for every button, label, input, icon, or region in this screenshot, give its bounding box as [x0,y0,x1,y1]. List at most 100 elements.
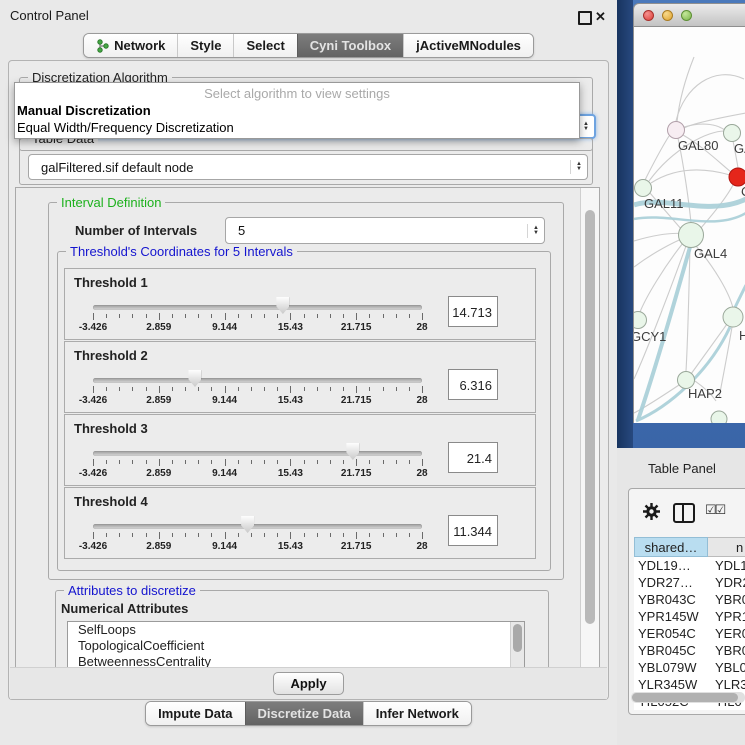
threshold-3-value-field[interactable]: 21.4 [448,442,498,473]
table-hscrollbar-thumb[interactable] [632,693,738,702]
attributes-list-items: SelfLoopsTopologicalCoefficientBetweenne… [68,622,524,669]
tick-mark [330,387,331,391]
tick-mark [198,387,199,391]
node-label: GAL80 [678,138,718,153]
settings-scrollbar-thumb[interactable] [585,210,595,624]
tick-mark [159,386,160,393]
threshold-2-value-field[interactable]: 6.316 [448,369,498,400]
node-label: GAL11 [644,196,684,211]
node-h[interactable] [723,307,743,327]
tick-mark [290,459,291,466]
threshold-2-slider-handle[interactable] [188,370,201,387]
close-traffic-light[interactable] [643,10,654,21]
checkbox-columns-icon[interactable]: ☑☑ [705,502,724,518]
tab-discretize-data[interactable]: Discretize Data [245,702,363,725]
tick-mark [238,533,239,537]
attributes-group: Attributes to discretize Numerical Attri… [55,590,549,669]
column-header-shared-name[interactable]: shared… [634,537,708,557]
tick-mark [185,314,186,318]
threshold-3-label: Threshold 3 [74,421,148,436]
network-canvas[interactable]: GAL80 GA C GAL11 GAL4 GCY1 H HAP2 [633,27,745,423]
node-gal11[interactable] [635,180,652,197]
attribute-list-item[interactable]: TopologicalCoefficient [68,638,524,654]
minimize-traffic-light[interactable] [662,10,673,21]
table-row[interactable]: YBL079WYBL0 [634,659,745,676]
tick-mark [211,314,212,318]
tick-mark [185,387,186,391]
tick-mark [211,460,212,464]
tick-label: 28 [416,322,427,333]
network-icon [96,39,109,53]
node-ga[interactable] [724,125,741,142]
attributes-list[interactable]: SelfLoopsTopologicalCoefficientBetweenne… [67,621,525,669]
tab-label: Cyni Toolbox [310,38,391,53]
tick-mark [146,387,147,391]
table-row[interactable]: YPR145WYPR1 [634,608,745,625]
bottom-tab-bar: Impute Data Discretize Data Infer Networ… [0,701,617,726]
settings-scrollbar[interactable] [580,188,600,668]
table-data-group: Table Data galFiltered.sif default node … [19,138,593,185]
node-gal80[interactable] [668,122,685,139]
screen: Control Panel ✕ Network Style Select [0,0,745,745]
threshold-3-slider-track[interactable] [93,451,422,456]
table-row[interactable]: YLR345WYLR3 [634,676,745,693]
table-row[interactable]: YDR27…YDR2 [634,574,745,591]
tick-mark [225,459,226,466]
tab-select[interactable]: Select [233,34,296,57]
float-window-icon[interactable] [578,11,592,25]
tab-network[interactable]: Network [84,34,177,57]
tick-label: 15.43 [278,322,303,333]
threshold-4-slider-handle[interactable] [241,516,254,533]
column-header-name[interactable]: n [708,537,745,557]
tick-mark [356,532,357,539]
tick-mark [172,387,173,391]
tab-infer-network[interactable]: Infer Network [363,702,471,725]
cell-shared-name: YER054C [634,625,708,642]
node-gcy1[interactable] [634,312,647,329]
tick-mark [264,460,265,464]
tick-mark [369,387,370,391]
zoom-traffic-light[interactable] [681,10,692,21]
tick-mark [251,387,252,391]
dropdown-option-manual[interactable]: Manual Discretization [15,102,579,119]
tab-jactivemnodules[interactable]: jActiveMNodules [403,34,533,57]
apply-button[interactable]: Apply [273,672,343,695]
threshold-1-value-field[interactable]: 14.713 [448,296,498,327]
tick-mark [369,314,370,318]
table-row[interactable]: YBR045CYBR0 [634,642,745,659]
table-hscrollbar[interactable] [631,692,745,703]
close-icon[interactable]: ✕ [595,9,607,23]
attribute-list-item[interactable]: SelfLoops [68,622,524,638]
table-data-combobox[interactable]: galFiltered.sif default node ▲▼ [28,154,588,180]
tick-mark [159,313,160,320]
gear-icon[interactable] [642,502,661,521]
table-row[interactable]: YER054CYER0 [634,625,745,642]
num-intervals-combobox[interactable]: 5 ▲▼ [225,217,545,244]
tick-mark [93,532,94,539]
threshold-2-slider-track[interactable] [93,378,422,383]
threshold-1-slider-handle[interactable] [276,297,289,314]
dropdown-option-equal-width[interactable]: Equal Width/Frequency Discretization [15,119,579,136]
cell-shared-name: YDR27… [634,574,708,591]
threshold-4-slider-track[interactable] [93,524,422,529]
threshold-3-slider-handle[interactable] [346,443,359,460]
network-window-titlebar[interactable] [633,3,745,27]
tab-cyni-toolbox[interactable]: Cyni Toolbox [297,34,403,57]
list-scrollbar-thumb[interactable] [513,624,522,652]
list-scrollbar[interactable] [510,622,524,669]
table-row[interactable]: YDL19…YDL1 [634,557,745,574]
node-gal4[interactable] [679,223,704,248]
node-label: GA [734,141,745,156]
threshold-4-value-field[interactable]: 11.344 [448,515,498,546]
tick-label: 2.859 [146,468,171,479]
node-bottom[interactable] [711,411,727,423]
node-label: GCY1 [634,329,666,344]
tick-mark [119,460,120,464]
tab-impute-data[interactable]: Impute Data [146,702,244,725]
threshold-1-slider-track[interactable] [93,305,422,310]
table-row[interactable]: YBR043CYBR0 [634,591,745,608]
column-layout-icon[interactable] [673,503,695,523]
tab-style[interactable]: Style [177,34,233,57]
tick-mark [185,460,186,464]
tick-mark [277,314,278,318]
